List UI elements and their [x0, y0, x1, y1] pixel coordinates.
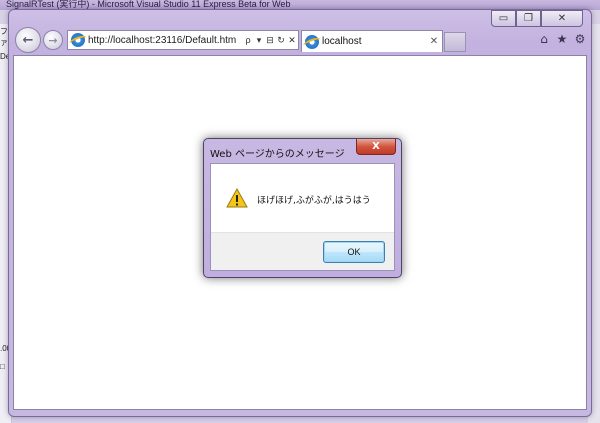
- dialog-message-area: ほげほげ,ふがふが,はうはう: [211, 164, 394, 232]
- url-text[interactable]: http://localhost:23116/Default.htm: [88, 35, 243, 46]
- arrow-right-icon: →: [48, 33, 58, 47]
- background-left-label: □: [0, 362, 5, 371]
- dialog-body: ほげほげ,ふがふが,はうはう OK: [210, 163, 395, 271]
- arrow-left-icon: ←: [22, 32, 34, 48]
- minimize-button[interactable]: ▭: [491, 10, 516, 27]
- gear-icon[interactable]: ⚙: [573, 32, 587, 46]
- ok-button[interactable]: OK: [323, 241, 385, 263]
- window-controls: ▭ ❐ ✕: [491, 10, 583, 27]
- dialog-button-area: OK: [211, 232, 394, 270]
- tab-label: localhost: [322, 36, 362, 47]
- navigation-bar: ← → http://localhost:23116/Default.htm ρ…: [9, 27, 593, 54]
- ie-logo-icon: [71, 33, 85, 47]
- alert-dialog: Web ページからのメッセージ X ほげほげ,ふがふが,はうはう OK: [203, 138, 402, 278]
- address-bar[interactable]: http://localhost:23116/Default.htm ρ ▾ ⊟…: [67, 30, 299, 50]
- restore-button[interactable]: ❐: [516, 10, 541, 27]
- chevron-down-icon[interactable]: ▾: [254, 35, 264, 46]
- star-icon[interactable]: ★: [555, 32, 569, 46]
- close-window-button[interactable]: ✕: [541, 10, 583, 27]
- dialog-message: ほげほげ,ふがふが,はうはう: [257, 196, 371, 206]
- stop-icon[interactable]: ✕: [287, 35, 297, 46]
- dialog-close-button[interactable]: X: [356, 139, 396, 155]
- ie-logo-icon: [305, 34, 319, 49]
- home-icon[interactable]: ⌂: [537, 32, 551, 46]
- compatibility-view-icon[interactable]: ⊟: [265, 35, 275, 46]
- forward-button[interactable]: →: [43, 30, 63, 50]
- refresh-icon[interactable]: ↻: [276, 35, 286, 46]
- back-button[interactable]: ←: [15, 27, 41, 53]
- dialog-title: Web ページからのメッセージ: [210, 149, 345, 160]
- new-tab-button[interactable]: [444, 32, 466, 52]
- browser-toolbar-icons: ⌂ ★ ⚙: [537, 32, 587, 46]
- close-icon[interactable]: ✕: [428, 36, 440, 47]
- tab-localhost[interactable]: localhost ✕: [301, 30, 443, 52]
- warning-icon: [226, 188, 248, 208]
- search-icon[interactable]: ρ: [243, 35, 253, 45]
